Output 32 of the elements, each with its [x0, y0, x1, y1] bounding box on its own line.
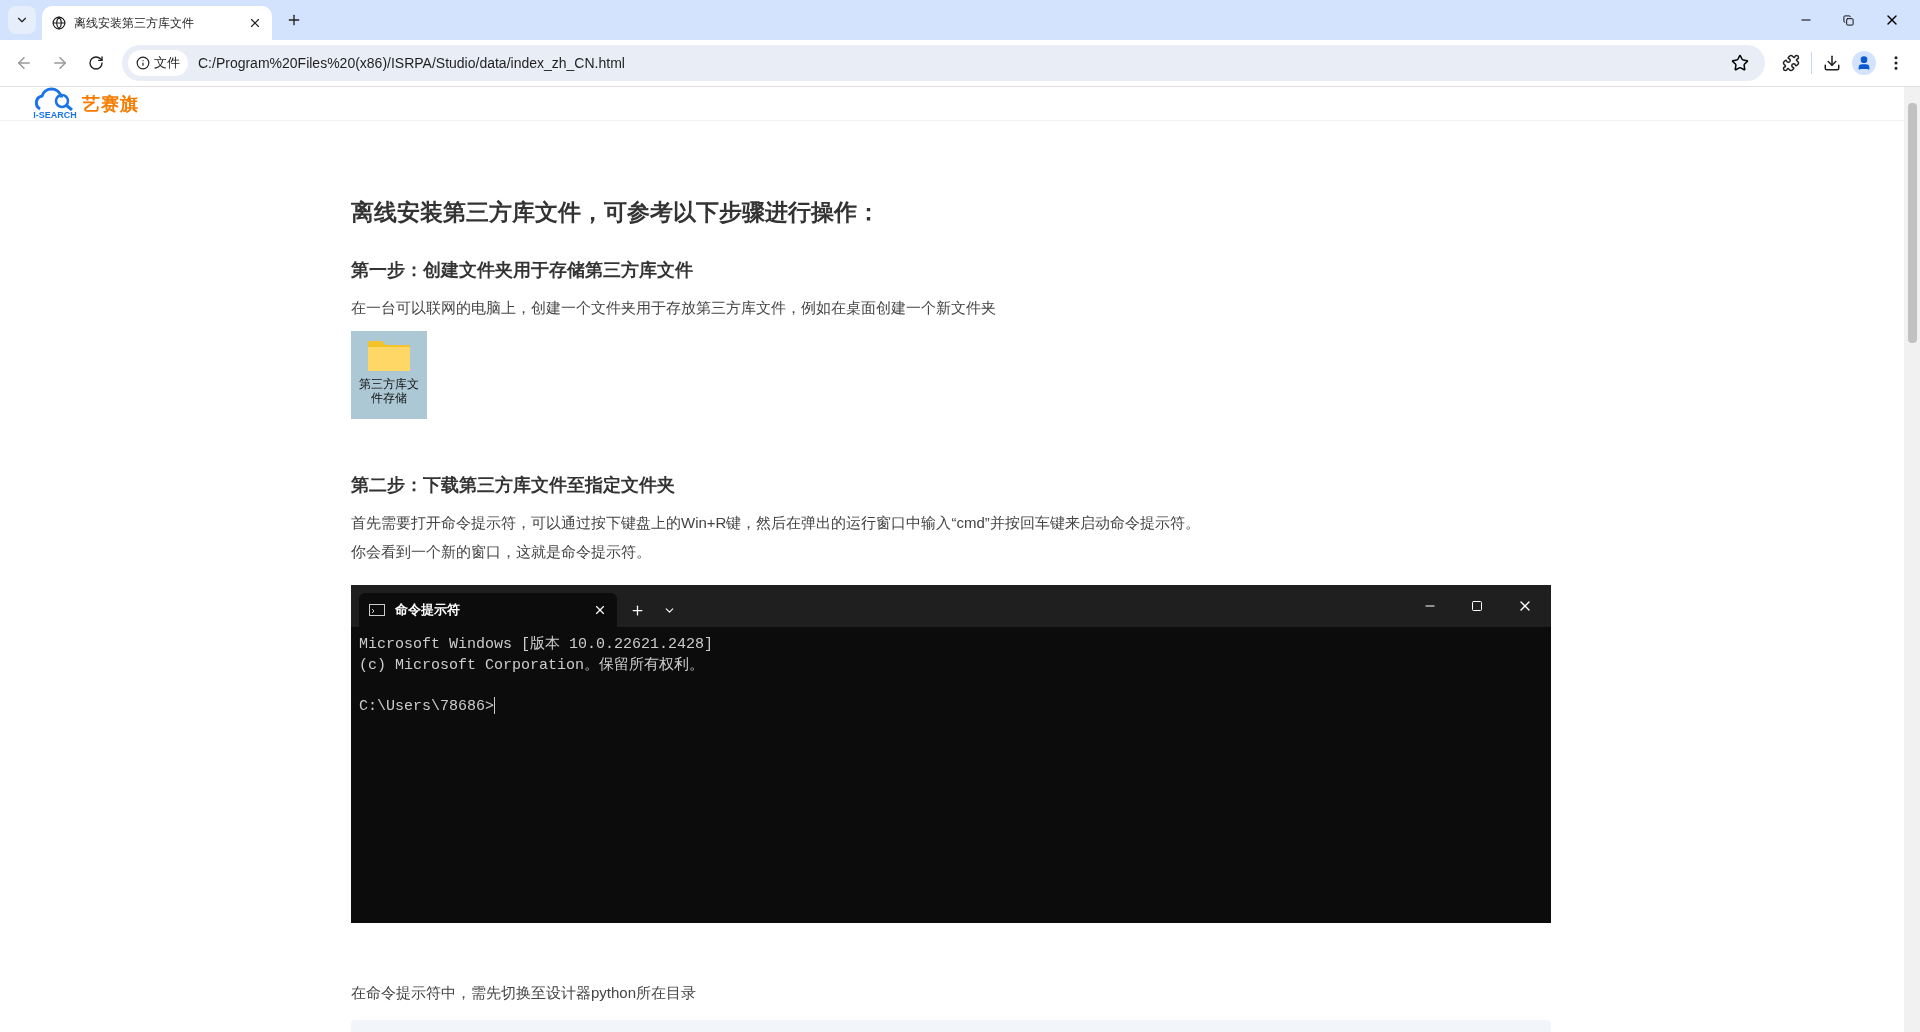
page-title: 离线安装第三方库文件，可参考以下步骤进行操作：: [351, 198, 881, 227]
close-icon[interactable]: [248, 16, 262, 30]
paragraph: 首先需要打开命令提示符，可以通过按下键盘上的Win+R键，然后在弹出的运行窗口中输入“cmd”并按回车键来启动命令提示符。: [351, 513, 1201, 533]
paragraph: 你会看到一个新的窗口，这就是命令提示符。: [351, 542, 652, 562]
url-text[interactable]: C:/Program%20Files%20(x86)/ISRPA/Studio/data/index_zh_CN.html: [198, 55, 1721, 71]
info-icon: [136, 56, 150, 70]
paragraph: 在一台可以联网的电脑上，创建一个文件夹用于存放第三方库文件，例如在桌面创建一个新文件夹: [351, 298, 997, 318]
browser-tab[interactable]: 离线安装第三方库文件: [42, 6, 272, 40]
forward-icon[interactable]: [51, 54, 69, 72]
terminal-icon: [369, 604, 385, 616]
restore-icon[interactable]: [1843, 14, 1854, 26]
reload-icon[interactable]: [88, 55, 104, 71]
text-cursor: [494, 697, 496, 715]
bookmark-star-icon[interactable]: [1731, 54, 1749, 72]
new-tab-icon[interactable]: [286, 12, 302, 28]
paragraph: 在命令提示符中，需先切换至设计器python所在目录: [351, 983, 698, 1003]
file-badge[interactable]: 文件: [128, 50, 188, 76]
close-icon[interactable]: [593, 603, 607, 617]
extensions-icon[interactable]: [1782, 54, 1800, 72]
scrollbar[interactable]: [1904, 87, 1920, 1032]
folder-label: 第三方库文件存储: [358, 377, 420, 405]
profile-icon[interactable]: [1856, 55, 1872, 71]
logo-subtitle: I-SEARCH: [33, 111, 77, 120]
globe-icon: [52, 16, 66, 30]
section-heading: 第一步：创建文件夹用于存储第三方库文件: [351, 259, 694, 282]
download-icon[interactable]: [1823, 54, 1841, 72]
terminal-output: Microsoft Windows [版本 10.0.22621.2428] (c) Microsoft Corporation。保留所有权利。 C:\Users\78686>: [358, 634, 715, 717]
section-heading: 第二步：下载第三方库文件至指定文件夹: [351, 474, 676, 497]
new-tab-icon[interactable]: [629, 602, 645, 618]
terminal-tab[interactable]: 命令提示符: [359, 593, 617, 627]
maximize-icon[interactable]: [1471, 600, 1483, 612]
back-icon[interactable]: [15, 54, 33, 72]
